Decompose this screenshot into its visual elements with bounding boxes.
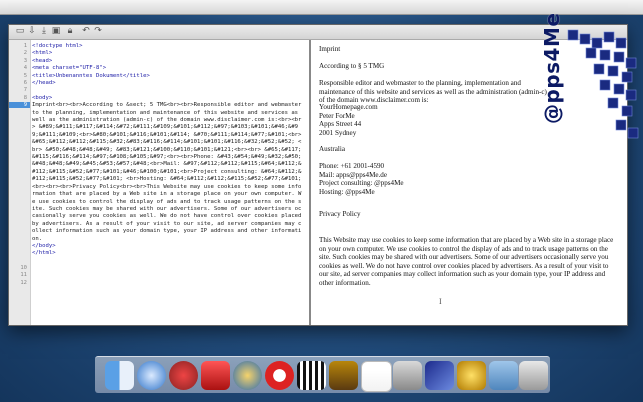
app-store-icon[interactable] [265, 361, 294, 390]
code-line: <!doctype html> [32, 43, 83, 49]
source-code[interactable]: <!doctype html> <html> <head> <meta charset… [32, 43, 304, 258]
code-line: </head> [32, 80, 56, 87]
line-number: 6 [23, 80, 27, 86]
line-number: 5 [23, 72, 27, 79]
preview-country: Australia [319, 145, 346, 153]
line-number-gutter: 1 2 3 4 5 6 7 8 9 10 11 12 [9, 40, 31, 325]
code-line: <title>Unbenanntes Dokument</title> [32, 72, 150, 79]
preview-contact-0: Phone: +61 2001-4590 [319, 162, 385, 170]
code-line: </html> [32, 250, 56, 257]
app-icon-3[interactable] [329, 361, 358, 390]
downloads-folder-icon[interactable] [489, 361, 518, 390]
app-icon-2[interactable] [201, 361, 230, 390]
save-as-icon[interactable]: ▣ [51, 26, 61, 36]
globe-icon[interactable] [233, 361, 262, 390]
line-number: 2 [23, 50, 27, 57]
preview-responsible: Responsible editor and webmaster to the … [319, 79, 547, 105]
line-number: 11 [20, 272, 27, 279]
code-line-body: Imprint<br><br>According to &sect; 5 TMG… [32, 102, 305, 242]
preview-privacy-text: This Website may use cookies to keep som… [319, 236, 614, 287]
app-icon-6[interactable] [457, 361, 486, 390]
code-line: <meta charset="UTF-8"> [32, 65, 107, 72]
new-document-icon[interactable]: ▭ [15, 26, 25, 36]
line-number: 4 [23, 65, 27, 72]
open-icon[interactable]: ⇩ [27, 26, 37, 36]
text-cursor-icon: I [439, 297, 442, 306]
preview-privacy-title: Privacy Policy [319, 210, 361, 218]
finder-icon[interactable] [105, 361, 134, 390]
redo-icon[interactable]: ↷ [93, 26, 103, 36]
trash-icon[interactable] [519, 361, 548, 390]
preview-contact-3: Hosting: @pps4Me [319, 187, 375, 196]
lock-icon[interactable]: 🔒︎ [65, 26, 75, 36]
code-line: </body> [32, 242, 56, 249]
code-line: <body> [32, 94, 53, 101]
app-icon-1[interactable] [169, 361, 198, 390]
preview-contact-2: Project consulting: @pps4Me [319, 179, 404, 188]
code-editor[interactable]: 1 2 3 4 5 6 7 8 9 10 11 12 <!doctype htm… [9, 40, 311, 325]
line-number: 12 [20, 279, 27, 286]
calendar-icon[interactable] [361, 361, 392, 392]
app-icon-5[interactable] [425, 361, 454, 390]
line-number: 7 [23, 87, 27, 94]
undo-icon[interactable]: ↶ [81, 26, 91, 36]
safari-icon[interactable] [137, 361, 166, 390]
line-number: 8 [23, 94, 27, 101]
app-icon-4[interactable] [393, 361, 422, 390]
save-icon[interactable]: ⤓ [39, 26, 49, 36]
active-line-number: 9 [9, 102, 30, 109]
line-number: 10 [20, 265, 27, 271]
code-line: <head> [32, 57, 53, 64]
qr-code-icon[interactable] [297, 361, 326, 390]
preview-contact-1: Mail: apps@pps4Me.de [319, 170, 388, 179]
line-number: 3 [23, 57, 27, 64]
pps4me-logo-text: @pps4Me [540, 12, 564, 124]
code-line: <html> [32, 50, 53, 57]
dock [95, 356, 550, 393]
line-number: 1 [23, 43, 27, 49]
